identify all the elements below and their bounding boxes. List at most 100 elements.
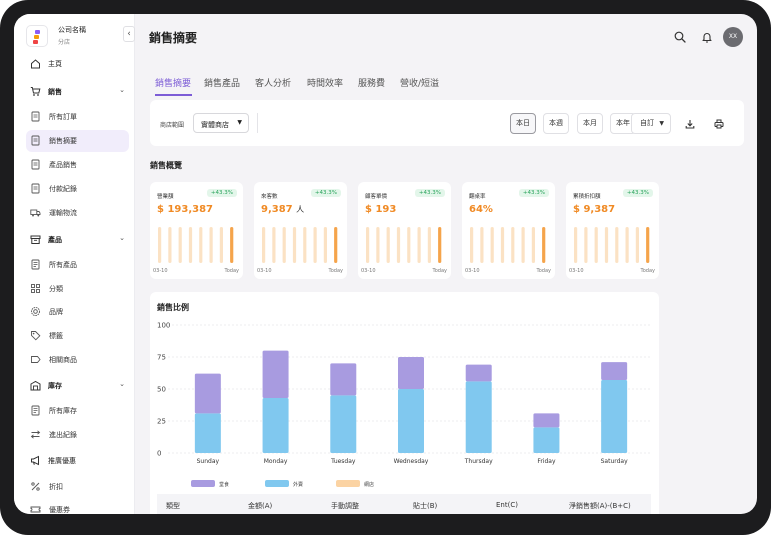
user-avatar[interactable]: XX xyxy=(723,27,743,47)
sidebar-item-label: 標籤 xyxy=(49,332,63,340)
search-icon[interactable] xyxy=(674,31,686,43)
tab-5[interactable]: 營收/短溢 xyxy=(400,76,439,89)
sidebar-item-4[interactable]: 產品銷售 xyxy=(26,154,129,176)
sidebar-item-2[interactable]: 所有訂單 xyxy=(26,106,129,128)
card-name: 來客數 xyxy=(261,194,278,200)
sidebar-item-8[interactable]: 所有產品 xyxy=(26,254,129,276)
bell-icon[interactable] xyxy=(701,31,713,43)
period-button-2[interactable]: 本月 xyxy=(577,113,603,134)
sidebar-item-9[interactable]: 分類 xyxy=(26,278,129,300)
receipt-icon xyxy=(31,111,40,122)
x-tick-label: Monday xyxy=(264,458,288,465)
card-date-start: 03-10 xyxy=(569,268,584,274)
chevron-down-icon: ⌄ xyxy=(119,234,125,242)
bar-segment[interactable] xyxy=(533,413,560,428)
period-button-1[interactable]: 本週 xyxy=(543,113,569,134)
sparkbar xyxy=(168,227,172,263)
card-sparkbars xyxy=(574,227,650,263)
tab-0[interactable]: 銷售摘要 xyxy=(155,76,191,89)
sidebar-item-15[interactable]: 進出紀錄 xyxy=(26,424,129,446)
bar-segment[interactable] xyxy=(398,389,424,453)
sidebar-item-3[interactable]: 銷售摘要 xyxy=(26,130,129,152)
sidebar-item-13[interactable]: 庫存 ⌄ xyxy=(26,375,129,397)
company-name: 公司名稱 xyxy=(58,26,86,34)
bar-segment[interactable] xyxy=(601,362,628,381)
ticket-icon xyxy=(30,506,41,513)
download-icon[interactable] xyxy=(685,119,695,129)
sparkbar xyxy=(272,227,276,263)
chevron-down-icon: ⌄ xyxy=(119,380,125,388)
sidebar-item-10[interactable]: 品牌 xyxy=(26,301,129,323)
brand: 公司名稱 分店 xyxy=(26,23,136,49)
sparkbar xyxy=(188,227,193,263)
tab-2[interactable]: 客人分析 xyxy=(255,76,291,89)
custom-period-select[interactable]: 自訂 ▼ xyxy=(631,113,671,134)
sparkbar xyxy=(407,227,411,263)
bar-segment[interactable] xyxy=(533,427,560,453)
sidebar-item-label: 所有產品 xyxy=(49,261,77,269)
overview-card-3[interactable]: 翻桌率 +43.3% 64% 03-10 Today xyxy=(462,182,555,279)
overview-card-0[interactable]: 營業額 +43.3% $ 193,387 03-10 Today xyxy=(150,182,243,279)
card-change-badge: +43.3% xyxy=(622,189,653,197)
overview-card-4[interactable]: 累積折扣額 +43.3% $ 9,387 03-10 Today xyxy=(566,182,659,279)
sidebar-item-7[interactable]: 產品 ⌄ xyxy=(26,229,129,251)
card-name: 顧客單價 xyxy=(365,194,388,200)
overview-card-1[interactable]: 來客數 +43.3% 9,387 人 03-10 Today xyxy=(254,182,347,279)
card-date-start: 03-10 xyxy=(153,268,168,274)
table-header-tips: 貼士(B) xyxy=(413,502,438,510)
legend-swatch xyxy=(336,480,360,487)
bar-segment[interactable] xyxy=(262,397,289,453)
sidebar-item-12[interactable]: 相關商品 xyxy=(26,349,129,371)
sidebar-item-18[interactable]: 優惠券 xyxy=(26,499,129,514)
store-range-select[interactable]: 實體商店 ▼ xyxy=(193,113,249,133)
store-range-label: 商店範圍 xyxy=(160,122,185,129)
sidebar-item-1[interactable]: 銷售 ⌄ xyxy=(26,81,129,103)
sidebar-item-16[interactable]: 推廣優惠 xyxy=(26,450,129,472)
bar-segment[interactable] xyxy=(262,350,289,398)
card-name: 營業額 xyxy=(157,194,174,200)
collapse-sidebar-button[interactable]: ‹ xyxy=(123,26,135,42)
sidebar-item-label: 相關商品 xyxy=(49,356,77,364)
bar-segment[interactable] xyxy=(465,381,492,453)
bar-segment[interactable] xyxy=(601,380,628,453)
sidebar-item-5[interactable]: 付款紀錄 xyxy=(26,178,129,200)
sparkbar xyxy=(490,227,494,263)
tab-3[interactable]: 時間效率 xyxy=(307,76,343,89)
sidebar-item-6[interactable]: 運輸物流 xyxy=(26,202,129,224)
sparkbar xyxy=(303,227,307,263)
sidebar-item-0[interactable]: 主頁 xyxy=(26,53,129,75)
tab-4[interactable]: 服務費 xyxy=(358,76,385,89)
device-frame: 公司名稱 分店 ‹ 主頁 銷售 ⌄ 所有訂單 銷售摘要 產品銷售 付款紀錄 運輸物流 產品 ⌄ 所有… xyxy=(0,0,771,535)
overview-card-2[interactable]: 顧客單價 +43.3% $ 193 03-10 Today xyxy=(358,182,451,279)
sidebar-item-14[interactable]: 所有庫存 xyxy=(26,400,129,422)
legend-label: 堂食 xyxy=(219,482,230,488)
sidebar-item-label: 運輸物流 xyxy=(49,209,77,217)
period-button-0[interactable]: 本日 xyxy=(510,113,536,134)
grid-icon xyxy=(31,284,40,293)
chevron-down-icon: ⌄ xyxy=(119,86,125,94)
bar-segment[interactable] xyxy=(194,373,221,414)
bar-segment[interactable] xyxy=(398,357,424,389)
sparkbar xyxy=(438,227,442,263)
bar-segment[interactable] xyxy=(330,363,357,396)
sparkbar xyxy=(292,227,297,263)
print-icon[interactable] xyxy=(714,119,724,129)
store-range-value: 實體商店 xyxy=(201,121,229,129)
sparkbar xyxy=(178,227,182,263)
x-tick-label: Wednesday xyxy=(394,458,429,465)
sparkbar xyxy=(594,227,598,263)
bar-segment[interactable] xyxy=(330,395,357,453)
sparkbar xyxy=(584,227,588,263)
card-change-badge: +43.3% xyxy=(414,189,445,197)
sparkbar xyxy=(209,227,213,263)
sidebar-item-11[interactable]: 標籤 xyxy=(26,325,129,347)
bar-segment[interactable] xyxy=(194,413,221,453)
bar-segment[interactable] xyxy=(465,364,492,382)
sidebar-item-17[interactable]: 折扣 xyxy=(26,476,129,498)
table-header-net: 淨銷售額(A)-(B+C) xyxy=(569,502,631,510)
card-date-start: 03-10 xyxy=(361,268,376,274)
x-tick-label: Tuesday xyxy=(330,458,356,465)
warehouse-icon xyxy=(30,380,41,391)
tab-1[interactable]: 銷售產品 xyxy=(204,76,240,89)
chevron-left-icon: ‹ xyxy=(127,29,131,39)
